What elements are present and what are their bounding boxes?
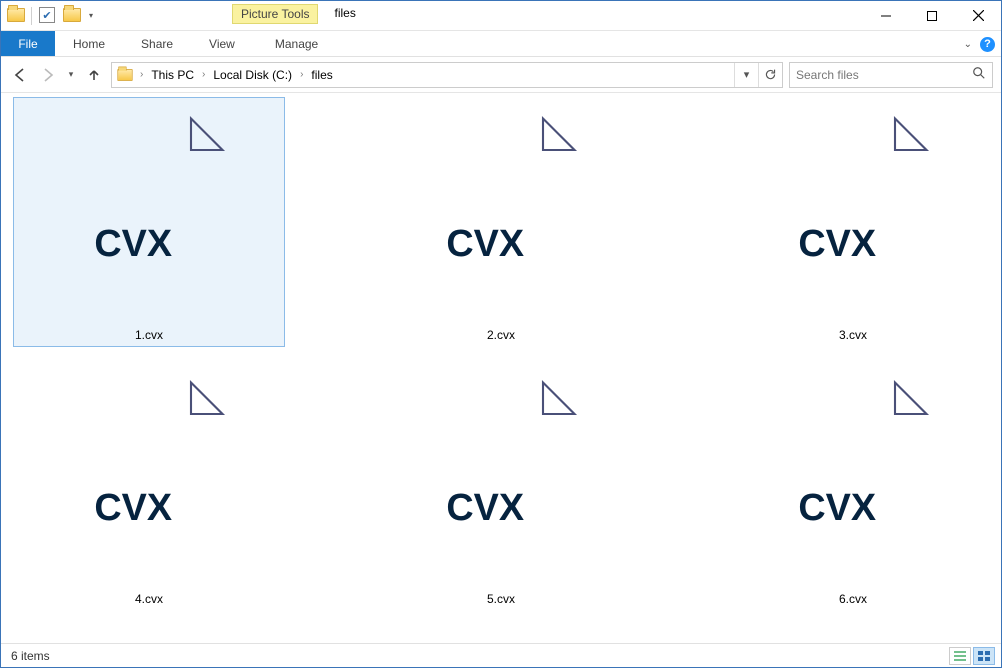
tab-home[interactable]: Home: [55, 31, 123, 56]
details-view-button[interactable]: [949, 647, 971, 665]
chevron-right-icon[interactable]: ›: [136, 69, 147, 80]
help-icon[interactable]: ?: [980, 37, 995, 52]
file-item[interactable]: CVX 4.cvx: [13, 361, 285, 611]
tab-view[interactable]: View: [191, 31, 253, 56]
status-item-count: 6 items: [11, 649, 50, 663]
file-name-label: 5.cvx: [481, 590, 521, 608]
window-title: files: [334, 6, 355, 20]
large-icons-view-button[interactable]: [973, 647, 995, 665]
file-type-badge-text: CVX: [798, 223, 876, 265]
qat-separator: [31, 7, 32, 25]
close-button[interactable]: [955, 1, 1001, 30]
breadcrumb-drive[interactable]: Local Disk (C:): [209, 68, 296, 82]
cvx-file-icon: CVX: [748, 372, 958, 582]
file-type-badge-text: CVX: [798, 487, 876, 529]
file-name-label: 1.cvx: [129, 326, 169, 344]
file-thumbnail: CVX: [26, 100, 272, 326]
breadcrumb-this-pc[interactable]: This PC: [147, 68, 198, 82]
cvx-file-icon: CVX: [396, 108, 606, 318]
file-type-badge-text: CVX: [446, 487, 524, 529]
address-bar[interactable]: › This PC › Local Disk (C:) › files ▾: [111, 62, 783, 88]
title-bar: ✔ ▾ Picture Tools files: [1, 1, 1001, 31]
maximize-button[interactable]: [909, 1, 955, 30]
file-tab[interactable]: File: [1, 31, 55, 56]
file-thumbnail: CVX: [730, 100, 976, 326]
content-area[interactable]: CVX 1.cvx CVX 2.cvx CVX 3.cvx CVX 4.cvx CVX 5.cvx…: [1, 93, 1001, 643]
cvx-file-icon: CVX: [396, 372, 606, 582]
file-thumbnail: CVX: [378, 364, 624, 590]
search-input[interactable]: Search files: [789, 62, 993, 88]
refresh-button[interactable]: [758, 63, 782, 87]
file-item[interactable]: CVX 2.cvx: [365, 97, 637, 347]
back-button[interactable]: [9, 64, 31, 86]
qat-newfolder-icon[interactable]: [61, 4, 83, 26]
contextual-tab-header: Picture Tools: [232, 4, 318, 24]
file-item[interactable]: CVX 3.cvx: [717, 97, 989, 347]
file-name-label: 2.cvx: [481, 326, 521, 344]
file-name-label: 3.cvx: [833, 326, 873, 344]
breadcrumb-folder[interactable]: files: [307, 68, 336, 82]
file-item[interactable]: CVX 6.cvx: [717, 361, 989, 611]
qat-customize-dropdown[interactable]: ▾: [86, 11, 96, 20]
search-icon[interactable]: [972, 66, 986, 83]
address-dropdown[interactable]: ▾: [734, 63, 758, 87]
file-item[interactable]: CVX 5.cvx: [365, 361, 637, 611]
recent-locations-dropdown[interactable]: ▾: [65, 64, 77, 86]
forward-button[interactable]: [37, 64, 59, 86]
window-controls: [863, 1, 1001, 30]
status-bar: 6 items: [1, 643, 1001, 667]
file-thumbnail: CVX: [730, 364, 976, 590]
file-thumbnail: CVX: [378, 100, 624, 326]
app-folder-icon[interactable]: [5, 4, 27, 26]
qat-properties-icon[interactable]: ✔: [36, 4, 58, 26]
minimize-button[interactable]: [863, 1, 909, 30]
nav-row: ▾ › This PC › Local Disk (C:) › files ▾ …: [1, 57, 1001, 93]
ribbon-tabs: File Home Share View Manage ⌄ ?: [1, 31, 1001, 57]
file-name-label: 6.cvx: [833, 590, 873, 608]
tab-share[interactable]: Share: [123, 31, 191, 56]
file-thumbnail: CVX: [26, 364, 272, 590]
file-item[interactable]: CVX 1.cvx: [13, 97, 285, 347]
cvx-file-icon: CVX: [44, 372, 254, 582]
up-button[interactable]: [83, 64, 105, 86]
cvx-file-icon: CVX: [44, 108, 254, 318]
chevron-right-icon[interactable]: ›: [198, 69, 209, 80]
file-name-label: 4.cvx: [129, 590, 169, 608]
tab-manage[interactable]: Manage: [257, 31, 336, 56]
quick-access-toolbar: ✔ ▾: [1, 1, 100, 26]
ribbon-expand-icon[interactable]: ⌄: [964, 39, 972, 50]
file-type-badge-text: CVX: [94, 487, 172, 529]
file-type-badge-text: CVX: [446, 223, 524, 265]
file-type-badge-text: CVX: [94, 223, 172, 265]
address-folder-icon: [116, 68, 134, 82]
cvx-file-icon: CVX: [748, 108, 958, 318]
search-placeholder: Search files: [796, 68, 859, 82]
chevron-right-icon[interactable]: ›: [296, 69, 307, 80]
